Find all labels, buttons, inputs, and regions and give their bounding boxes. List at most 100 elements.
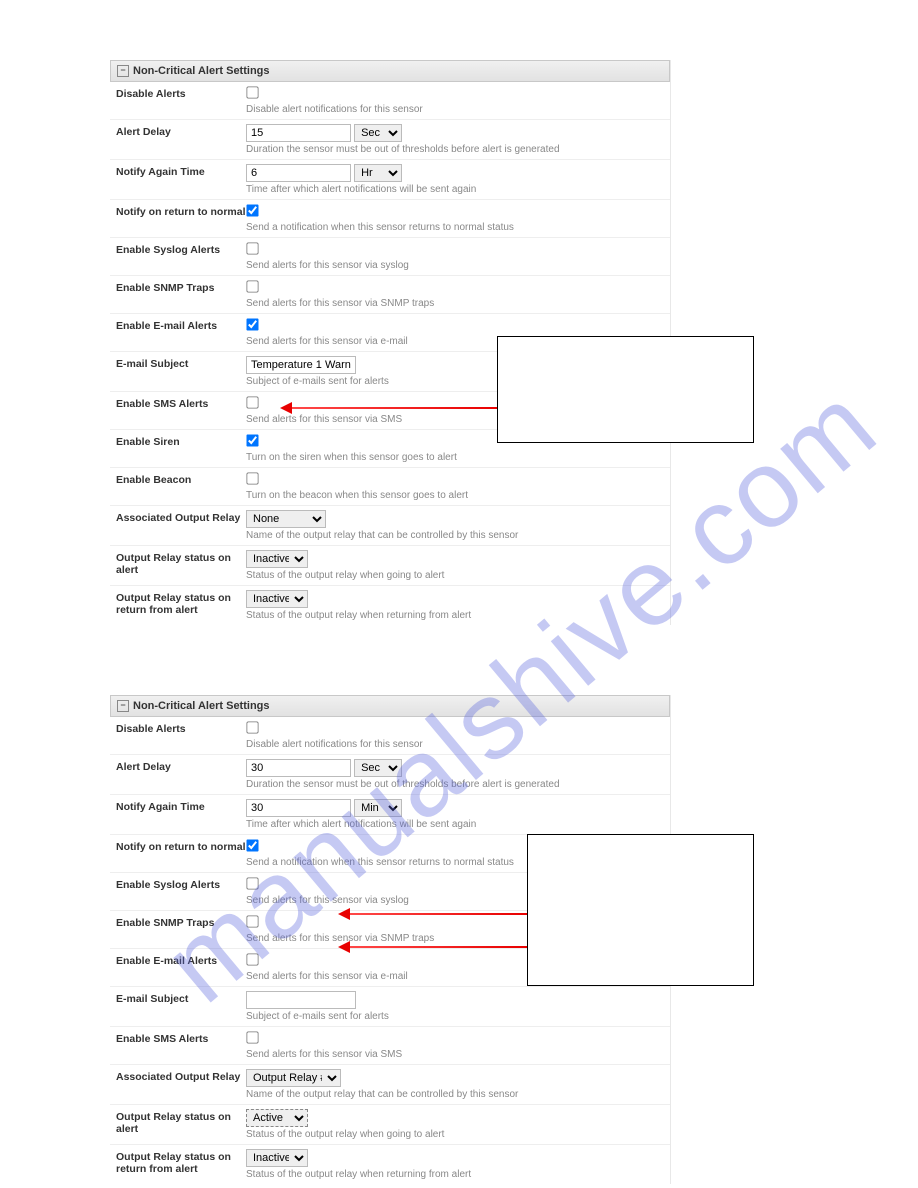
collapse-icon[interactable]: − bbox=[117, 700, 129, 712]
desc: Disable alert notifications for this sen… bbox=[246, 104, 664, 115]
panel-header[interactable]: − Non-Critical Alert Settings bbox=[110, 695, 670, 717]
row-notify-again: Notify Again Time Min Time after which a… bbox=[110, 795, 670, 835]
label: Enable SNMP Traps bbox=[116, 915, 246, 929]
enable-sms-checkbox[interactable] bbox=[246, 1031, 258, 1043]
arrow-3 bbox=[348, 946, 528, 948]
row-notify-again: Notify Again Time Hr Time after which al… bbox=[110, 160, 670, 200]
row-notify-return: Notify on return to normal Send a notifi… bbox=[110, 200, 670, 238]
relay-on-alert-select[interactable]: Active bbox=[246, 1109, 308, 1127]
enable-beacon-checkbox[interactable] bbox=[246, 472, 258, 484]
row-enable-sms: Enable SMS Alerts Send alerts for this s… bbox=[110, 1027, 670, 1065]
enable-email-checkbox[interactable] bbox=[246, 953, 258, 965]
disable-alerts-checkbox[interactable] bbox=[246, 721, 258, 733]
enable-snmp-checkbox[interactable] bbox=[246, 915, 258, 927]
label: Enable SMS Alerts bbox=[116, 1031, 246, 1045]
row-assoc-relay: Associated Output Relay Output Relay #1 … bbox=[110, 1065, 670, 1105]
alert-delay-input[interactable] bbox=[246, 759, 351, 777]
enable-sms-checkbox[interactable] bbox=[246, 396, 258, 408]
label: Notify Again Time bbox=[116, 799, 246, 813]
row-email-subject: E-mail Subject Subject of e-mails sent f… bbox=[110, 987, 670, 1027]
notify-again-input[interactable] bbox=[246, 164, 351, 182]
notify-return-checkbox[interactable] bbox=[246, 204, 258, 216]
relay-on-return-select[interactable]: Inactive bbox=[246, 1149, 308, 1167]
collapse-icon[interactable]: − bbox=[117, 65, 129, 77]
arrow-1 bbox=[290, 407, 500, 409]
relay-on-return-select[interactable]: Inactive bbox=[246, 590, 308, 608]
label: Output Relay status on return from alert bbox=[116, 590, 246, 616]
label: Enable Beacon bbox=[116, 472, 246, 486]
row-enable-syslog: Enable Syslog Alerts Send alerts for thi… bbox=[110, 238, 670, 276]
desc: Duration the sensor must be out of thres… bbox=[246, 144, 664, 155]
desc: Disable alert notifications for this sen… bbox=[246, 739, 664, 750]
label: Output Relay status on alert bbox=[116, 1109, 246, 1135]
desc: Duration the sensor must be out of thres… bbox=[246, 779, 664, 790]
desc: Turn on the beacon when this sensor goes… bbox=[246, 490, 664, 501]
alert-delay-unit[interactable]: Sec bbox=[354, 759, 402, 777]
row-relay-on-alert: Output Relay status on alert Inactive St… bbox=[110, 546, 670, 586]
label: Enable E-mail Alerts bbox=[116, 953, 246, 967]
desc: Send a notification when this sensor ret… bbox=[246, 222, 664, 233]
label: Associated Output Relay bbox=[116, 1069, 246, 1083]
notify-return-checkbox[interactable] bbox=[246, 839, 258, 851]
desc: Name of the output relay that can be con… bbox=[246, 1089, 664, 1100]
label: E-mail Subject bbox=[116, 991, 246, 1005]
desc: Subject of e-mails sent for alerts bbox=[246, 1011, 664, 1022]
label: Enable SNMP Traps bbox=[116, 280, 246, 294]
notify-again-input[interactable] bbox=[246, 799, 351, 817]
label: Disable Alerts bbox=[116, 721, 246, 735]
enable-siren-checkbox[interactable] bbox=[246, 434, 258, 446]
label: Enable Syslog Alerts bbox=[116, 877, 246, 891]
desc: Send alerts for this sensor via SNMP tra… bbox=[246, 298, 664, 309]
desc: Time after which alert notifications wil… bbox=[246, 184, 664, 195]
row-alert-delay: Alert Delay Sec Duration the sensor must… bbox=[110, 755, 670, 795]
label: Notify Again Time bbox=[116, 164, 246, 178]
row-relay-on-alert: Output Relay status on alert Active Stat… bbox=[110, 1105, 670, 1145]
arrow-2 bbox=[348, 913, 528, 915]
notify-again-unit[interactable]: Hr bbox=[354, 164, 402, 182]
callout-box-2 bbox=[527, 834, 754, 986]
label: Output Relay status on alert bbox=[116, 550, 246, 576]
label: E-mail Subject bbox=[116, 356, 246, 370]
row-relay-on-return: Output Relay status on return from alert… bbox=[110, 586, 670, 625]
disable-alerts-checkbox[interactable] bbox=[246, 86, 258, 98]
label: Alert Delay bbox=[116, 759, 246, 773]
row-relay-on-return: Output Relay status on return from alert… bbox=[110, 1145, 670, 1184]
panel-header[interactable]: − Non-Critical Alert Settings bbox=[110, 60, 670, 82]
row-disable-alerts: Disable Alerts Disable alert notificatio… bbox=[110, 82, 670, 120]
relay-on-alert-select[interactable]: Inactive bbox=[246, 550, 308, 568]
alert-delay-unit[interactable]: Sec bbox=[354, 124, 402, 142]
label: Enable SMS Alerts bbox=[116, 396, 246, 410]
email-subject-input[interactable] bbox=[246, 991, 356, 1009]
row-assoc-relay: Associated Output Relay None Name of the… bbox=[110, 506, 670, 546]
label: Associated Output Relay bbox=[116, 510, 246, 524]
email-subject-input[interactable] bbox=[246, 356, 356, 374]
row-enable-beacon: Enable Beacon Turn on the beacon when th… bbox=[110, 468, 670, 506]
label: Output Relay status on return from alert bbox=[116, 1149, 246, 1175]
callout-box-1 bbox=[497, 336, 754, 443]
desc: Name of the output relay that can be con… bbox=[246, 530, 664, 541]
enable-snmp-checkbox[interactable] bbox=[246, 280, 258, 292]
panel-title: Non-Critical Alert Settings bbox=[133, 700, 270, 712]
assoc-relay-select[interactable]: None bbox=[246, 510, 326, 528]
label: Enable E-mail Alerts bbox=[116, 318, 246, 332]
desc: Status of the output relay when going to… bbox=[246, 1129, 664, 1140]
enable-email-checkbox[interactable] bbox=[246, 318, 258, 330]
label: Alert Delay bbox=[116, 124, 246, 138]
enable-syslog-checkbox[interactable] bbox=[246, 242, 258, 254]
assoc-relay-select[interactable]: Output Relay #1 bbox=[246, 1069, 341, 1087]
notify-again-unit[interactable]: Min bbox=[354, 799, 402, 817]
desc: Send alerts for this sensor via SMS bbox=[246, 1049, 664, 1060]
label: Notify on return to normal bbox=[116, 204, 246, 218]
label: Enable Siren bbox=[116, 434, 246, 448]
row-alert-delay: Alert Delay Sec Duration the sensor must… bbox=[110, 120, 670, 160]
alert-delay-input[interactable] bbox=[246, 124, 351, 142]
desc: Status of the output relay when returnin… bbox=[246, 1169, 664, 1180]
desc: Send alerts for this sensor via syslog bbox=[246, 260, 664, 271]
row-disable-alerts: Disable Alerts Disable alert notificatio… bbox=[110, 717, 670, 755]
label: Notify on return to normal bbox=[116, 839, 246, 853]
desc: Turn on the siren when this sensor goes … bbox=[246, 452, 664, 463]
label: Disable Alerts bbox=[116, 86, 246, 100]
enable-syslog-checkbox[interactable] bbox=[246, 877, 258, 889]
row-enable-snmp: Enable SNMP Traps Send alerts for this s… bbox=[110, 276, 670, 314]
desc: Status of the output relay when going to… bbox=[246, 570, 664, 581]
